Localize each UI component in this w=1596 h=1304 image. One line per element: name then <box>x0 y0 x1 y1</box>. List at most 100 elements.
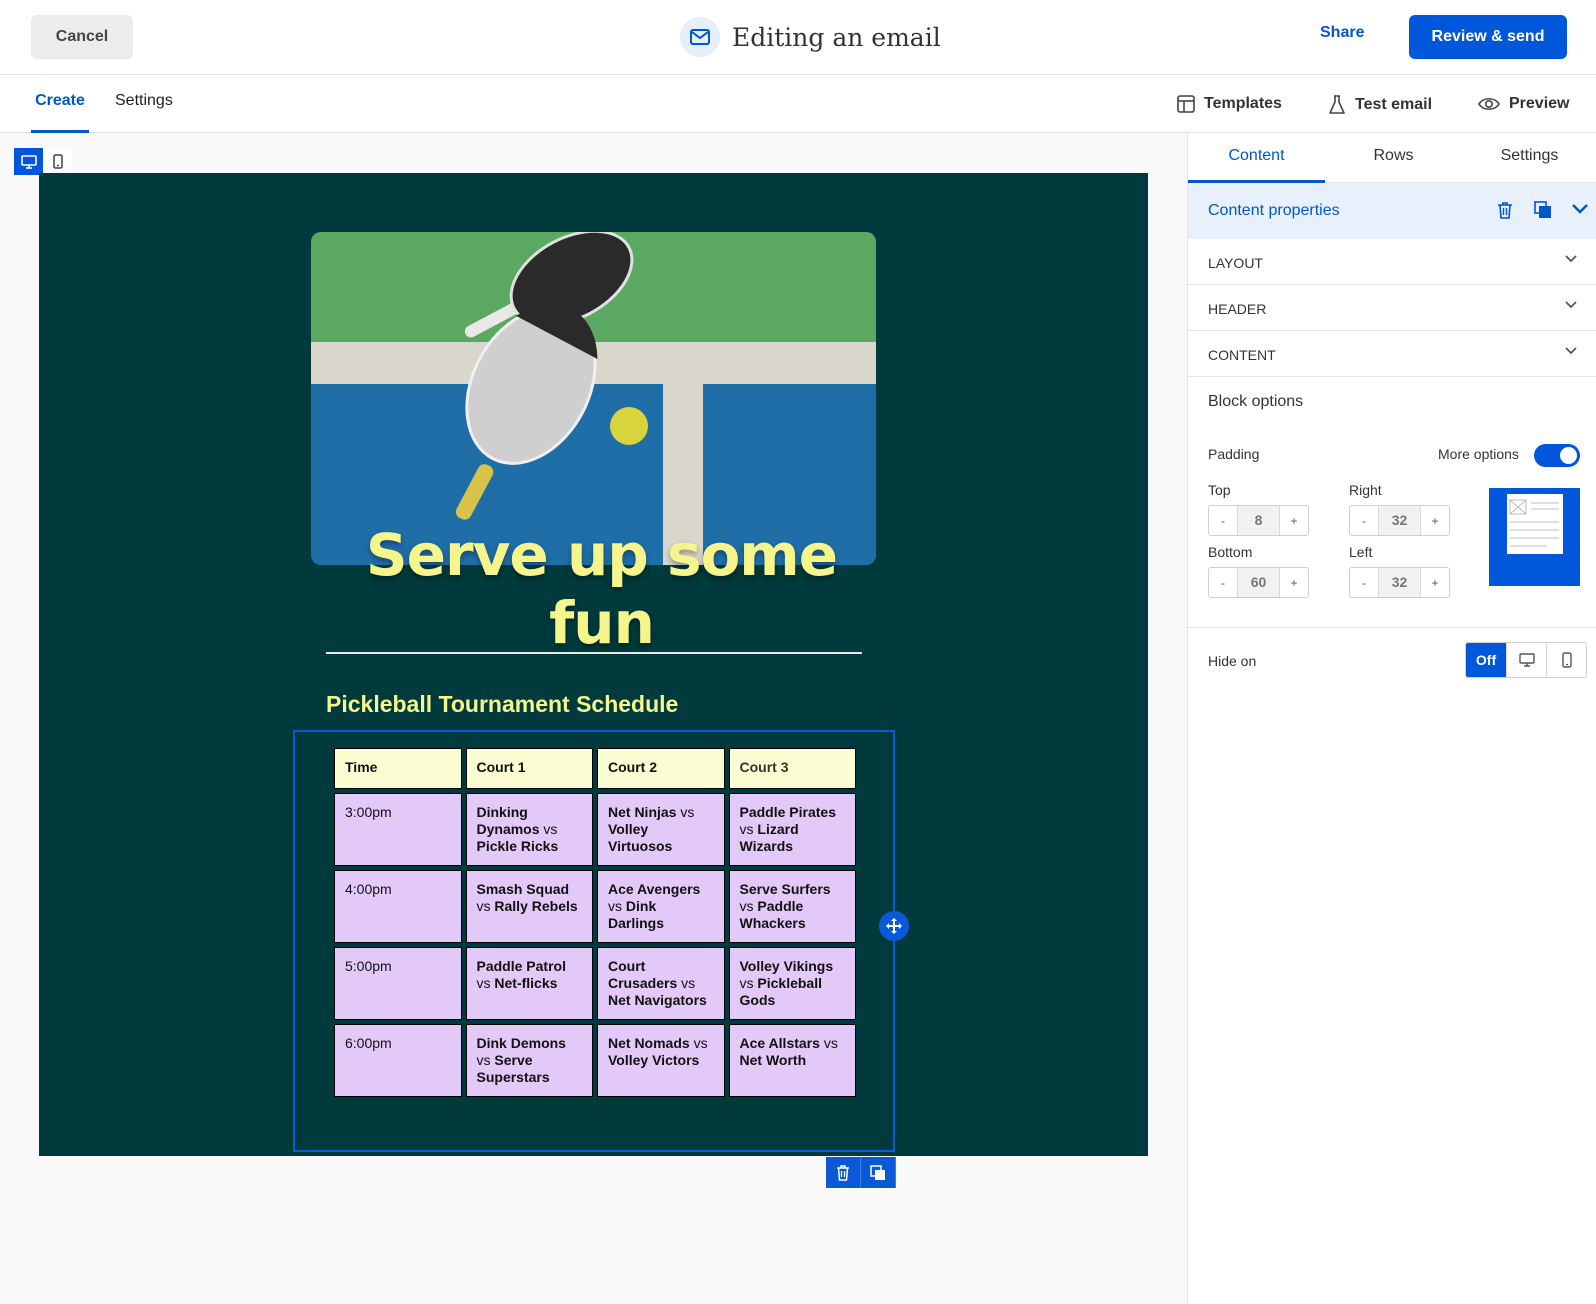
team-name: Ace Avengers <box>608 881 701 897</box>
time-cell[interactable]: 6:00pm <box>334 1024 462 1097</box>
move-handle-icon[interactable] <box>879 911 909 941</box>
trash-icon[interactable] <box>1497 201 1513 219</box>
team-name: Serve Surfers <box>739 881 831 897</box>
templates-button[interactable]: Templates <box>1177 95 1282 113</box>
delete-block-button[interactable] <box>826 1157 861 1188</box>
chevron-down-icon[interactable] <box>1572 204 1588 214</box>
team-name: Rally Rebels <box>494 898 578 914</box>
padding-bottom-value[interactable]: 60 <box>1237 568 1280 597</box>
padding-left-value[interactable]: 32 <box>1378 568 1421 597</box>
vs-label: vs <box>608 898 622 914</box>
desktop-icon <box>1518 653 1535 667</box>
match-cell[interactable]: Court Crusaders vs Net Navigators <box>597 947 725 1020</box>
table-row: 4:00pm Smash Squad vs Rally Rebels Ace A… <box>334 870 856 943</box>
increment-button[interactable]: + <box>1280 506 1308 535</box>
match-cell[interactable]: Net Nomads vs Volley Victors <box>597 1024 725 1097</box>
preview-button[interactable]: Preview <box>1478 95 1569 113</box>
decrement-button[interactable]: - <box>1209 506 1237 535</box>
time-cell[interactable]: 4:00pm <box>334 870 462 943</box>
duplicate-icon[interactable] <box>1534 201 1552 219</box>
vs-label: vs <box>476 898 491 914</box>
schedule-heading[interactable]: Pickleball Tournament Schedule <box>326 691 678 718</box>
table-row: 5:00pm Paddle Patrol vs Net-flicks Court… <box>334 947 856 1020</box>
cancel-button[interactable]: Cancel <box>31 15 133 59</box>
panel-tab-rows[interactable]: Rows <box>1325 133 1462 183</box>
team-name: Paddle Pirates <box>739 804 837 820</box>
panel-tab-settings[interactable]: Settings <box>1462 133 1596 183</box>
page-title: Editing an email <box>732 22 941 52</box>
chevron-down-icon <box>1565 301 1577 309</box>
increment-button[interactable]: + <box>1280 568 1308 597</box>
email-headline[interactable]: Serve up some fun <box>329 521 874 657</box>
match-cell[interactable]: Volley Vikings vs Pickleball Gods <box>728 947 856 1020</box>
chevron-down-icon <box>1565 347 1577 355</box>
padding-left-stepper: - 32 + <box>1349 567 1450 598</box>
vs-label: vs <box>543 821 558 837</box>
decrement-button[interactable]: - <box>1209 568 1237 597</box>
desktop-view-button[interactable] <box>14 148 43 175</box>
panel-tab-content[interactable]: Content <box>1188 133 1325 183</box>
team-name: Net Navigators <box>608 992 707 1008</box>
match-cell[interactable]: Smash Squad vs Rally Rebels <box>465 870 593 943</box>
properties-panel: Content Rows Settings Content properties… <box>1187 133 1596 1304</box>
layout-section[interactable]: LAYOUT <box>1188 239 1596 285</box>
duplicate-block-button[interactable] <box>861 1157 896 1188</box>
increment-button[interactable]: + <box>1421 568 1449 597</box>
section-label: HEADER <box>1208 301 1267 317</box>
table-header-cell[interactable]: Court 1 <box>465 748 593 789</box>
padding-left-label: Left <box>1349 544 1373 560</box>
document-preview-icon <box>1507 494 1563 554</box>
editor-title: Editing an email <box>680 17 941 57</box>
share-button[interactable]: Share <box>1320 24 1364 42</box>
padding-label: Padding <box>1208 446 1260 462</box>
tab-create[interactable]: Create <box>31 75 89 133</box>
padding-right-stepper: - 32 + <box>1349 505 1450 536</box>
hero-image[interactable] <box>311 232 876 565</box>
table-header-cell[interactable]: Time <box>334 748 462 789</box>
padding-top-value[interactable]: 8 <box>1237 506 1280 535</box>
vs-label: vs <box>739 821 754 837</box>
hide-on-control: Off <box>1465 642 1587 678</box>
team-name: Net-flicks <box>494 975 558 991</box>
match-cell[interactable]: Ace Avengers vs Dink Darlings <box>597 870 725 943</box>
time-cell[interactable]: 3:00pm <box>334 793 462 866</box>
more-options-label: More options <box>1438 446 1519 462</box>
review-send-button[interactable]: Review & send <box>1409 15 1567 59</box>
match-cell[interactable]: Paddle Pirates vs Lizard Wizards <box>728 793 856 866</box>
time-cell[interactable]: 5:00pm <box>334 947 462 1020</box>
templates-icon <box>1177 95 1195 113</box>
team-name: Net Worth <box>739 1052 807 1068</box>
trash-icon <box>837 1164 849 1181</box>
schedule-table[interactable]: Time Court 1 Court 2 Court 3 3:00pm Dink… <box>330 744 860 1101</box>
increment-button[interactable]: + <box>1421 506 1449 535</box>
header-section[interactable]: HEADER <box>1188 285 1596 331</box>
vs-label: vs <box>739 898 754 914</box>
team-name: Volley Victors <box>608 1052 700 1068</box>
vs-label: vs <box>739 975 754 991</box>
email-body[interactable]: Serve up some fun Pickleball Tournament … <box>39 173 1148 1156</box>
content-properties-header: Content properties <box>1188 183 1596 239</box>
team-name: Pickle Ricks <box>476 838 559 854</box>
match-cell[interactable]: Dinking Dynamos vs Pickle Ricks <box>465 793 593 866</box>
table-header-cell[interactable]: Court 3 <box>728 748 856 789</box>
test-email-button[interactable]: Test email <box>1328 95 1432 115</box>
padding-right-value[interactable]: 32 <box>1378 506 1421 535</box>
match-cell[interactable]: Paddle Patrol vs Net-flicks <box>465 947 593 1020</box>
top-bar: Cancel Editing an email Share Review & s… <box>0 0 1596 75</box>
decrement-button[interactable]: - <box>1350 506 1378 535</box>
hide-off-button[interactable]: Off <box>1466 643 1506 677</box>
match-cell[interactable]: Dink Demons vs Serve Superstars <box>465 1024 593 1097</box>
table-header-cell[interactable]: Court 2 <box>597 748 725 789</box>
tab-settings[interactable]: Settings <box>115 75 173 133</box>
divider <box>326 652 862 654</box>
match-cell[interactable]: Net Ninjas vs Volley Virtuosos <box>597 793 725 866</box>
hide-on-mobile-button[interactable] <box>1546 643 1586 677</box>
mobile-view-button[interactable] <box>43 148 72 175</box>
hide-on-desktop-button[interactable] <box>1506 643 1546 677</box>
match-cell[interactable]: Serve Surfers vs Paddle Whackers <box>728 870 856 943</box>
selected-table-block[interactable]: Time Court 1 Court 2 Court 3 3:00pm Dink… <box>293 730 895 1152</box>
content-section[interactable]: CONTENT <box>1188 331 1596 377</box>
match-cell[interactable]: Ace Allstars vs Net Worth <box>728 1024 856 1097</box>
decrement-button[interactable]: - <box>1350 568 1378 597</box>
more-options-toggle[interactable] <box>1534 444 1580 467</box>
